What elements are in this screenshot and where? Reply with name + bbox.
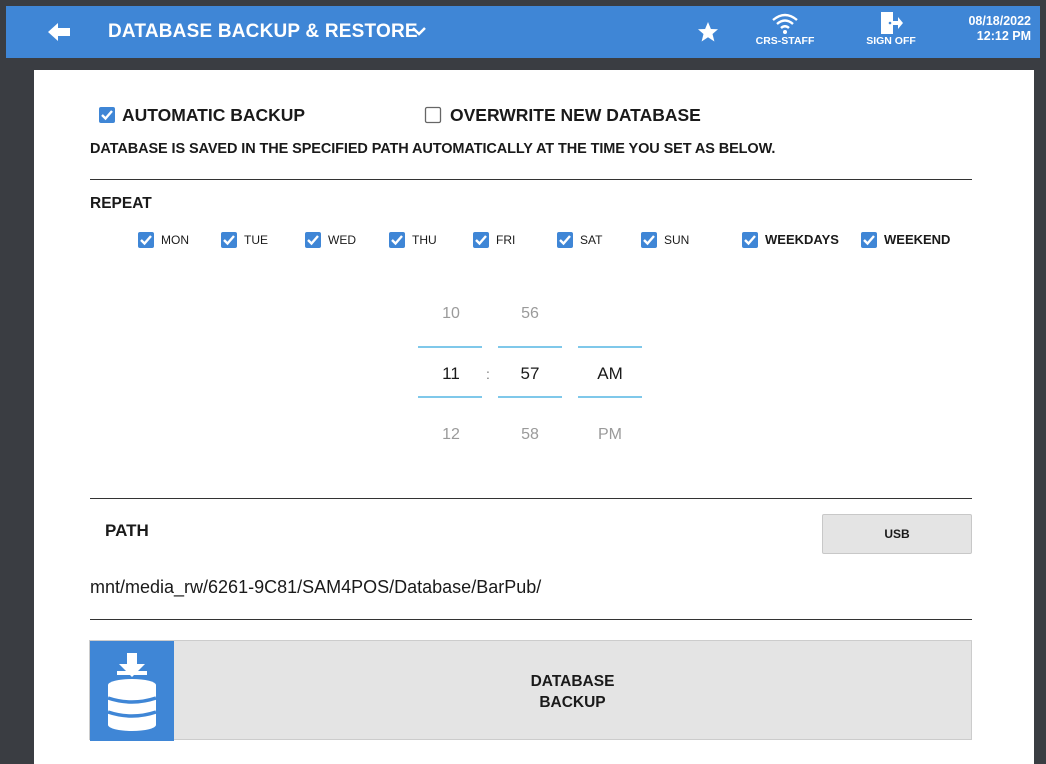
top-bar: DATABASE BACKUP & RESTORE CRS-STAFF SIGN… [6,6,1040,58]
ampm-current[interactable]: AM [577,364,643,384]
hour-selection-line [418,396,482,398]
checked-checkbox-icon [641,232,657,248]
hour-current[interactable]: 11 [418,364,484,384]
checked-checkbox-icon [138,232,154,248]
backup-label-line2: BACKUP [539,694,606,711]
exit-door-icon [881,12,903,34]
unchecked-checkbox-icon [424,106,442,124]
auto-backup-description: DATABASE IS SAVED IN THE SPECIFIED PATH … [90,141,776,157]
hour-selection-line [418,346,482,348]
day-label: WEEKDAYS [765,232,839,247]
repeat-label: REPEAT [90,195,152,212]
divider [90,179,972,180]
hour-next[interactable]: 12 [418,426,484,444]
day-label: WED [328,233,356,247]
sign-off-label: SIGN OFF [866,35,916,47]
date-time: 08/18/2022 12:12 PM [951,14,1031,44]
day-label: SUN [664,233,690,247]
ampm-next[interactable]: PM [577,426,643,444]
day-label: WEEKEND [884,232,951,247]
database-download-icon [107,653,157,731]
overwrite-database-label: OVERWRITE NEW DATABASE [450,105,701,125]
path-value: mnt/media_rw/6261-9C81/SAM4POS/Database/… [90,577,542,597]
backup-label-line1: DATABASE [530,673,615,690]
time-text: 12:12 PM [976,29,1031,43]
checked-checkbox-icon [389,232,405,248]
day-label: THU [412,233,437,247]
back-arrow-icon[interactable] [46,20,76,44]
day-label: SAT [580,233,603,247]
automatic-backup-label: AUTOMATIC BACKUP [122,105,306,125]
checked-checkbox-icon [742,232,758,248]
page-title[interactable]: DATABASE BACKUP & RESTORE [108,21,418,43]
usb-button[interactable]: USB [822,514,972,554]
checked-checkbox-icon [221,232,237,248]
checked-checkbox-icon [557,232,573,248]
favorite-star-icon[interactable] [696,20,720,44]
overwrite-database-checkbox[interactable]: OVERWRITE NEW DATABASE [424,104,724,128]
ampm-selection-line [578,346,642,348]
database-backup-label: DATABASE BACKUP [174,671,971,713]
checked-checkbox-icon [861,232,877,248]
backup-icon-tile [90,641,174,741]
hour-prev[interactable]: 10 [418,305,484,323]
minute-prev[interactable]: 56 [497,305,563,323]
automatic-backup-checkbox[interactable]: AUTOMATIC BACKUP [98,104,338,128]
database-backup-button[interactable]: DATABASE BACKUP [89,640,972,741]
checked-checkbox-icon [99,107,115,123]
minute-selection-line [498,396,562,398]
minute-next[interactable]: 58 [497,426,563,444]
day-label: TUE [244,233,268,247]
sign-off-button[interactable]: SIGN OFF [856,11,926,55]
wifi-icon [772,13,798,34]
ampm-selection-line [578,396,642,398]
divider [90,619,972,620]
wifi-status[interactable]: CRS-STAFF [750,11,820,55]
divider [90,498,972,499]
day-label: MON [161,233,189,247]
date-text: 08/18/2022 [968,14,1031,28]
time-separator: : [486,366,490,382]
minute-selection-line [498,346,562,348]
checked-checkbox-icon [473,232,489,248]
checked-checkbox-icon [305,232,321,248]
minute-current[interactable]: 57 [497,364,563,384]
chevron-down-icon[interactable] [410,20,428,42]
wifi-network-label: CRS-STAFF [755,35,815,47]
path-label: PATH [105,521,149,540]
day-label: FRI [496,233,516,247]
